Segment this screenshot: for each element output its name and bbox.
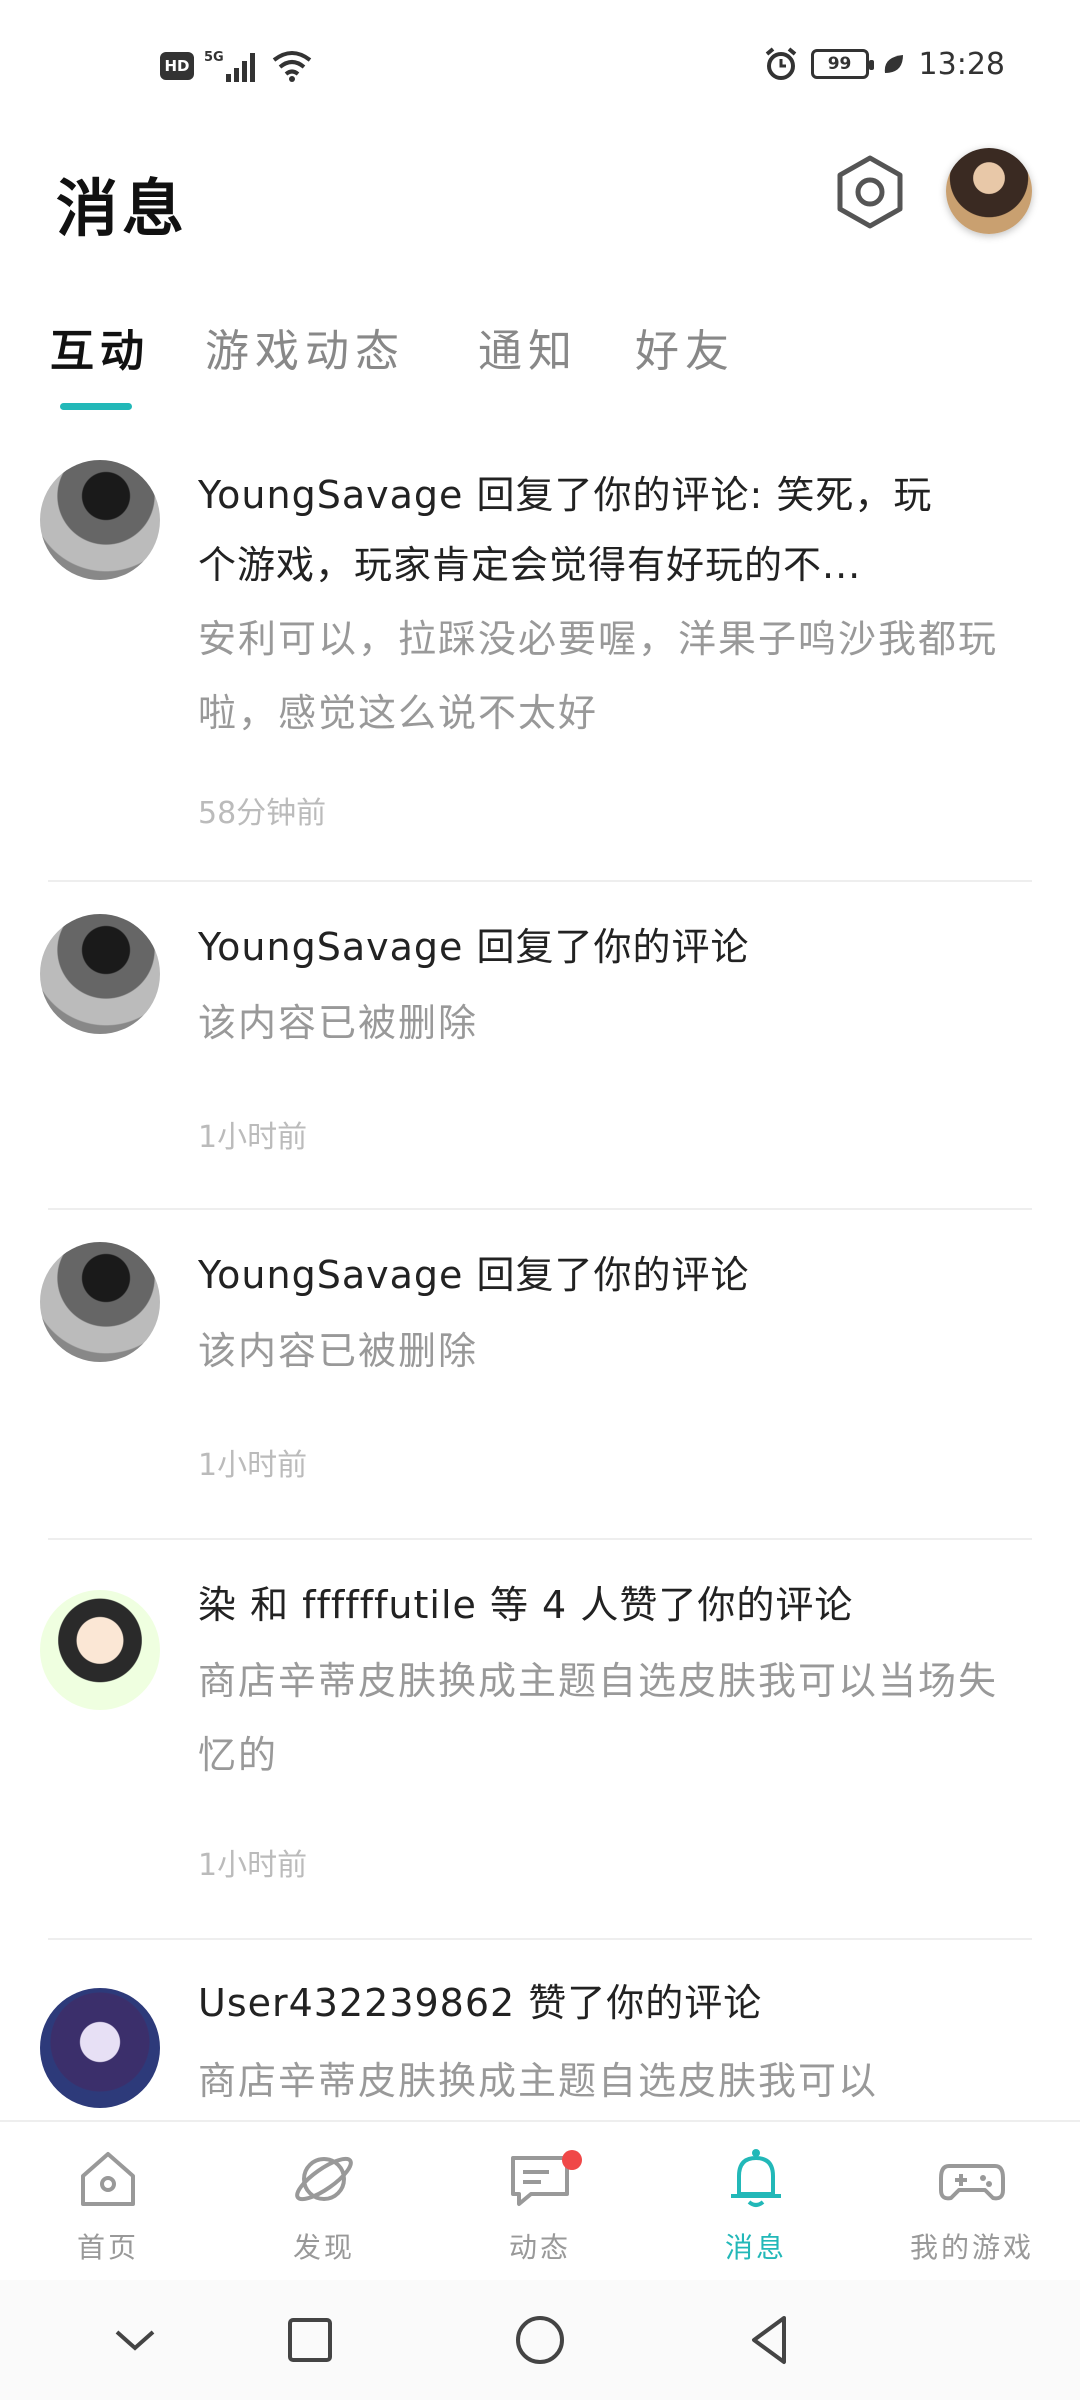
status-right: 99 13:28 [763,46,1005,82]
avatar[interactable] [40,460,160,580]
tab-friends[interactable]: 好友 [635,315,735,379]
battery-indicator: 99 [810,49,874,79]
message-time: 1小时前 [198,1848,308,1883]
bottom-nav: 首页 发现 动态 消息 我的游戏 [0,2120,1080,2280]
avatar[interactable] [40,914,160,1034]
list-item[interactable]: YoungSavage 回复了你的评论: 笑死，玩 个游戏，玩家肯定会觉得有好玩… [0,430,1080,882]
page-title: 消息 [56,172,189,245]
avatar[interactable] [40,1242,160,1362]
tab-notifications[interactable]: 通知 [478,315,578,379]
message-content: 商店辛蒂皮肤换成主题自选皮肤我可以当场失忆的 [198,1659,999,1777]
alarm-icon [765,47,796,80]
notification-dot [562,2150,582,2170]
message-content: 该内容已被删除 [198,1001,479,1045]
system-nav-bar [0,2280,1080,2400]
tab-interaction[interactable]: 互动 [50,315,150,379]
gamepad-icon [939,2164,1005,2201]
nav-discover-label: 发现 [292,2231,355,2264]
message-title-continued: 个游戏，玩家肯定会觉得有好玩的不... [198,543,862,587]
network-label: 5G [204,50,224,65]
avatar[interactable] [40,1590,160,1710]
message-list: YoungSavage 回复了你的评论: 笑死，玩 个游戏，玩家肯定会觉得有好玩… [0,430,1080,2120]
clock: 13:28 [918,46,1005,82]
message-content: 安利可以，拉踩没必要喔，洋果子鸣沙我都玩啦，感觉这么说不太好 [198,617,999,735]
message-title: User432239862 赞了你的评论 [198,1981,763,2025]
status-left: HD 5G [160,48,314,84]
recents-icon[interactable] [280,2310,340,2370]
message-content: 商店辛蒂皮肤换成主题自选皮肤我可以 [198,2059,879,2103]
tab-indicator [60,403,132,410]
home-icon [81,2152,135,2206]
leaf-icon [884,55,903,73]
message-time: 58分钟前 [198,796,327,831]
signal-icon: 5G [204,50,255,82]
message-content: 该内容已被删除 [198,1329,479,1373]
list-item[interactable]: 染 和 ffffffutile 等 4 人赞了你的评论 商店辛蒂皮肤换成主题自选… [0,1540,1080,1940]
message-time: 1小时前 [198,1120,308,1155]
message-time: 1小时前 [198,1448,308,1483]
message-title: YoungSavage 回复了你的评论: 笑死，玩 [198,473,933,517]
nav-home[interactable]: 首页 [0,2122,216,2282]
settings-button[interactable] [830,152,910,232]
nav-feed[interactable]: 动态 [432,2122,648,2282]
avatar[interactable] [40,1988,160,2108]
tab-game-updates[interactable]: 游戏动态 [205,315,405,379]
nav-messages[interactable]: 消息 [648,2122,864,2282]
list-item[interactable]: User432239862 赞了你的评论 商店辛蒂皮肤换成主题自选皮肤我可以 [0,1940,1080,2120]
home-circle-icon[interactable] [510,2310,570,2370]
list-item[interactable]: YoungSavage 回复了你的评论 该内容已被删除 1小时前 [0,1210,1080,1540]
wifi-icon [272,51,312,82]
nav-feed-label: 动态 [508,2231,571,2264]
list-item[interactable]: YoungSavage 回复了你的评论 该内容已被删除 1小时前 [0,882,1080,1210]
nav-my-games-label: 我的游戏 [909,2231,1034,2264]
nav-my-games[interactable]: 我的游戏 [864,2122,1080,2282]
header: 消息 [0,130,1080,260]
nav-home-label: 首页 [76,2231,139,2264]
planet-icon [295,2156,353,2202]
nav-messages-label: 消息 [724,2231,787,2264]
chevron-down-icon[interactable] [105,2310,165,2370]
message-title: YoungSavage 回复了你的评论 [198,925,750,969]
status-bar: HD 5G 99 13:28 [0,0,1080,130]
message-title: 染 和 ffffffutile 等 4 人赞了你的评论 [198,1583,854,1627]
battery-level: 99 [827,54,852,74]
message-title: YoungSavage 回复了你的评论 [198,1253,750,1297]
back-icon[interactable] [740,2310,800,2370]
hd-badge: HD [160,52,194,80]
settings-icon [837,155,903,229]
profile-avatar[interactable] [946,148,1032,234]
tab-bar: 互动 游戏动态 通知 好友 [0,305,1080,415]
bell-icon [731,2149,781,2207]
nav-discover[interactable]: 发现 [216,2122,432,2282]
